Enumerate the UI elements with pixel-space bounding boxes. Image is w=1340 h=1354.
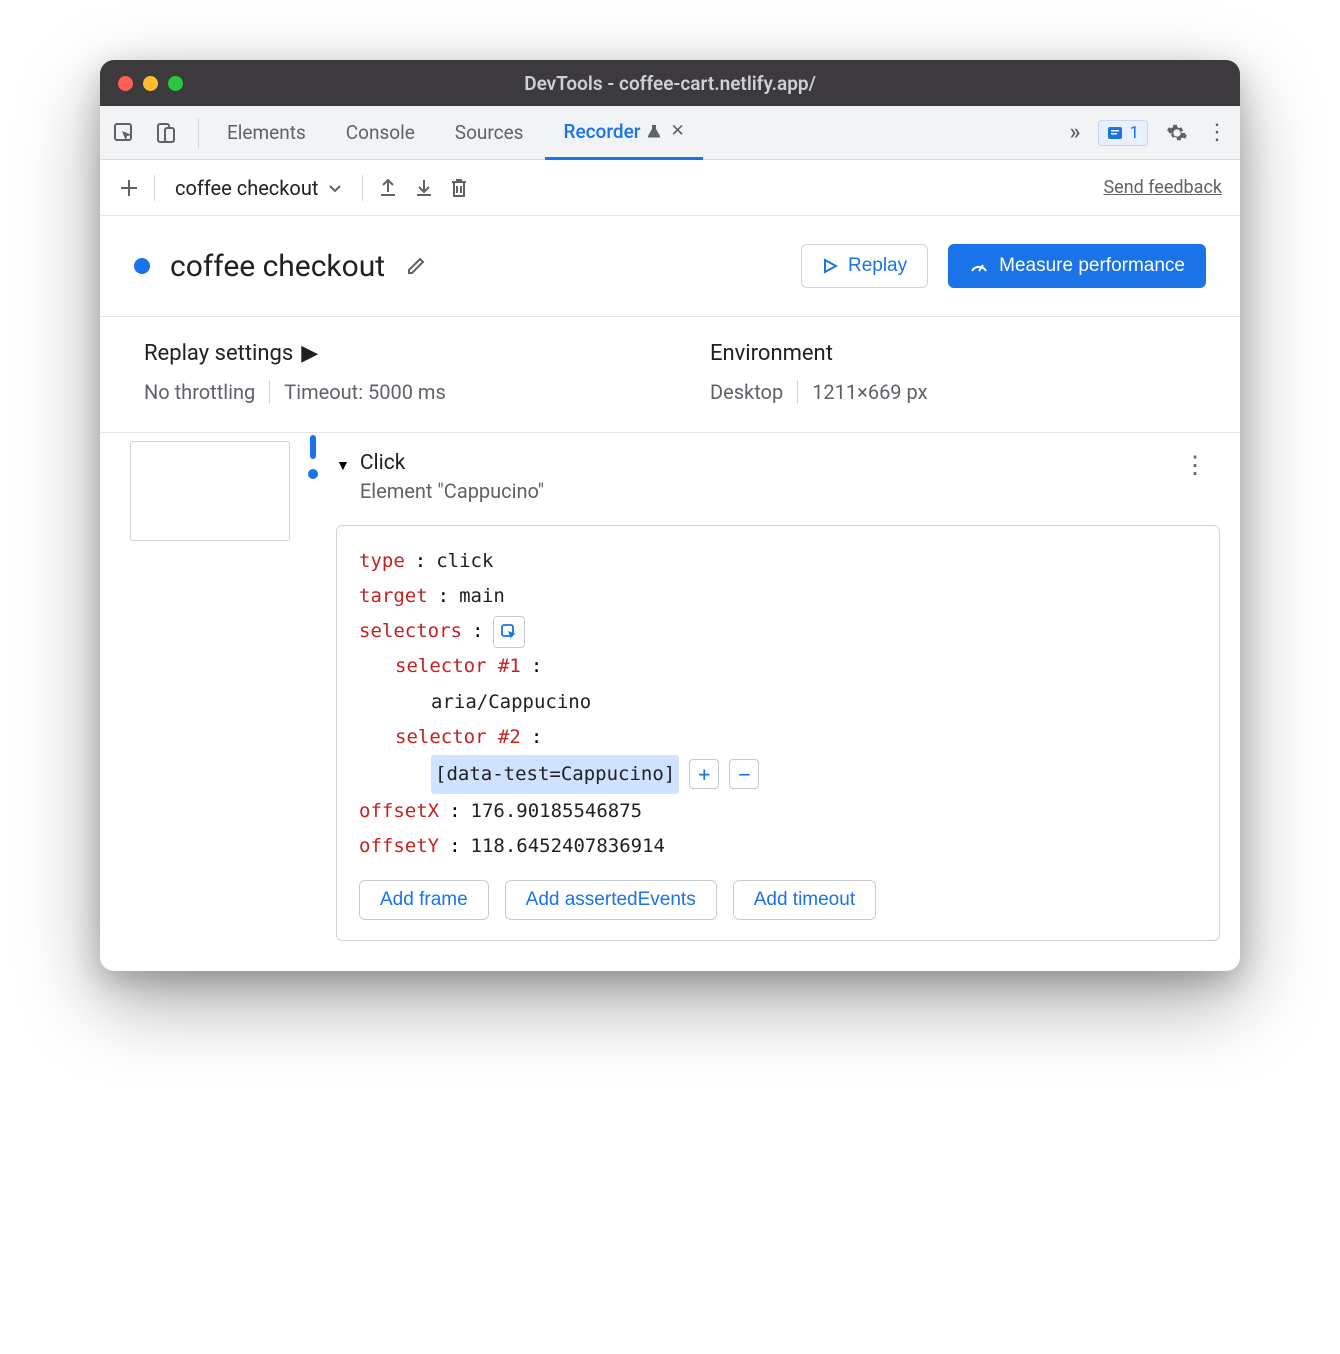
prop-selectors-key: selectors: [359, 614, 462, 649]
prop-target-value[interactable]: main: [459, 579, 505, 614]
traffic-lights: [118, 76, 183, 91]
divider: [198, 118, 199, 148]
recording-title: coffee checkout: [170, 249, 385, 284]
recording-select[interactable]: coffee checkout: [169, 176, 348, 200]
add-frame-button[interactable]: Add frame: [359, 880, 489, 920]
viewport-value: 1211×669 px: [812, 380, 927, 404]
prop-type-key: type: [359, 544, 405, 579]
replay-button[interactable]: Replay: [801, 244, 928, 288]
divider: [154, 175, 155, 201]
recording-status-dot: [134, 258, 150, 274]
recorder-toolbar: coffee checkout Send feedback: [100, 160, 1240, 216]
edit-title-icon[interactable]: [405, 255, 427, 277]
issues-count: 1: [1129, 123, 1139, 143]
timeline: [290, 433, 336, 941]
tab-sources[interactable]: Sources: [437, 106, 542, 160]
tab-elements[interactable]: Elements: [209, 106, 324, 160]
window-titlebar: DevTools - coffee-cart.netlify.app/: [100, 60, 1240, 106]
measure-performance-button[interactable]: Measure performance: [948, 244, 1206, 288]
divider: [362, 175, 363, 201]
tab-recorder[interactable]: Recorder ✕: [545, 106, 702, 160]
collapse-icon: ▼: [336, 457, 350, 474]
close-tab-icon[interactable]: ✕: [670, 121, 684, 141]
remove-selector-button[interactable]: −: [729, 759, 759, 789]
timeout-value: Timeout: 5000 ms: [284, 380, 446, 404]
replay-settings-heading[interactable]: Replay settings ▶: [144, 341, 630, 366]
gear-icon[interactable]: [1166, 122, 1188, 144]
tab-console[interactable]: Console: [328, 106, 433, 160]
step-subtitle: Element "Cappucino": [360, 479, 544, 503]
device-value: Desktop: [710, 380, 783, 404]
step-area: ▼ Click Element "Cappucino" ⋮ type: clic…: [100, 433, 1240, 971]
divider: [797, 380, 798, 404]
step-menu-icon[interactable]: ⋮: [1183, 451, 1208, 479]
step-thumbnail[interactable]: [130, 441, 290, 541]
settings-row: Replay settings ▶ No throttling Timeout:…: [100, 317, 1240, 433]
kebab-icon[interactable]: ⋮: [1206, 120, 1228, 145]
prop-type-value[interactable]: click: [436, 544, 493, 579]
replay-button-label: Replay: [848, 255, 907, 277]
device-toggle-icon[interactable]: [154, 121, 178, 145]
issues-icon: [1107, 125, 1123, 141]
add-selector-button[interactable]: +: [689, 759, 719, 789]
import-icon[interactable]: [413, 177, 435, 199]
selector-2-value[interactable]: [data-test=Cappucino]: [431, 755, 679, 794]
recording-select-label: coffee checkout: [175, 176, 318, 200]
issues-badge[interactable]: 1: [1098, 120, 1148, 146]
timeline-bar: [310, 435, 316, 459]
flask-icon: [646, 123, 662, 139]
selector-1-key: selector #1: [395, 649, 521, 684]
send-feedback-link[interactable]: Send feedback: [1103, 177, 1222, 198]
add-recording-icon[interactable]: [118, 177, 140, 199]
divider: [269, 380, 270, 404]
close-window-button[interactable]: [118, 76, 133, 91]
devtools-window: DevTools - coffee-cart.netlify.app/ Elem…: [100, 60, 1240, 971]
panel-tabstrip: Elements Console Sources Recorder ✕ » 1 …: [100, 106, 1240, 160]
step-header[interactable]: ▼ Click Element "Cappucino" ⋮: [336, 451, 1220, 503]
timeline-dot: [308, 469, 318, 479]
tab-recorder-label: Recorder: [563, 120, 640, 143]
add-timeout-button[interactable]: Add timeout: [733, 880, 876, 920]
selector-1-value[interactable]: aria/Cappucino: [431, 685, 591, 720]
delete-icon[interactable]: [449, 177, 469, 199]
play-icon: [822, 258, 838, 274]
selector-2-key: selector #2: [395, 720, 521, 755]
expand-icon: ▶: [301, 341, 318, 366]
more-tabs-icon[interactable]: »: [1070, 120, 1081, 145]
step-details-card: type: click target: main selectors: sele…: [336, 525, 1220, 941]
minimize-window-button[interactable]: [143, 76, 158, 91]
window-title: DevTools - coffee-cart.netlify.app/: [100, 72, 1240, 95]
environment-heading: Environment: [710, 341, 1196, 366]
element-picker-button[interactable]: [493, 616, 525, 648]
add-asserted-events-button[interactable]: Add assertedEvents: [505, 880, 717, 920]
prop-offsety-key: offsetY: [359, 829, 439, 864]
prop-offsety-value[interactable]: 118.6452407836914: [471, 829, 665, 864]
inspect-icon[interactable]: [112, 121, 136, 145]
recording-header: coffee checkout Replay Measure performan…: [100, 216, 1240, 317]
step-title: Click: [360, 451, 544, 475]
throttling-value: No throttling: [144, 380, 255, 404]
chevron-down-icon: [328, 181, 342, 195]
export-icon[interactable]: [377, 177, 399, 199]
maximize-window-button[interactable]: [168, 76, 183, 91]
prop-offsetx-value[interactable]: 176.90185546875: [471, 794, 643, 829]
prop-offsetx-key: offsetX: [359, 794, 439, 829]
prop-target-key: target: [359, 579, 428, 614]
gauge-icon: [969, 256, 989, 276]
measure-button-label: Measure performance: [999, 255, 1185, 277]
